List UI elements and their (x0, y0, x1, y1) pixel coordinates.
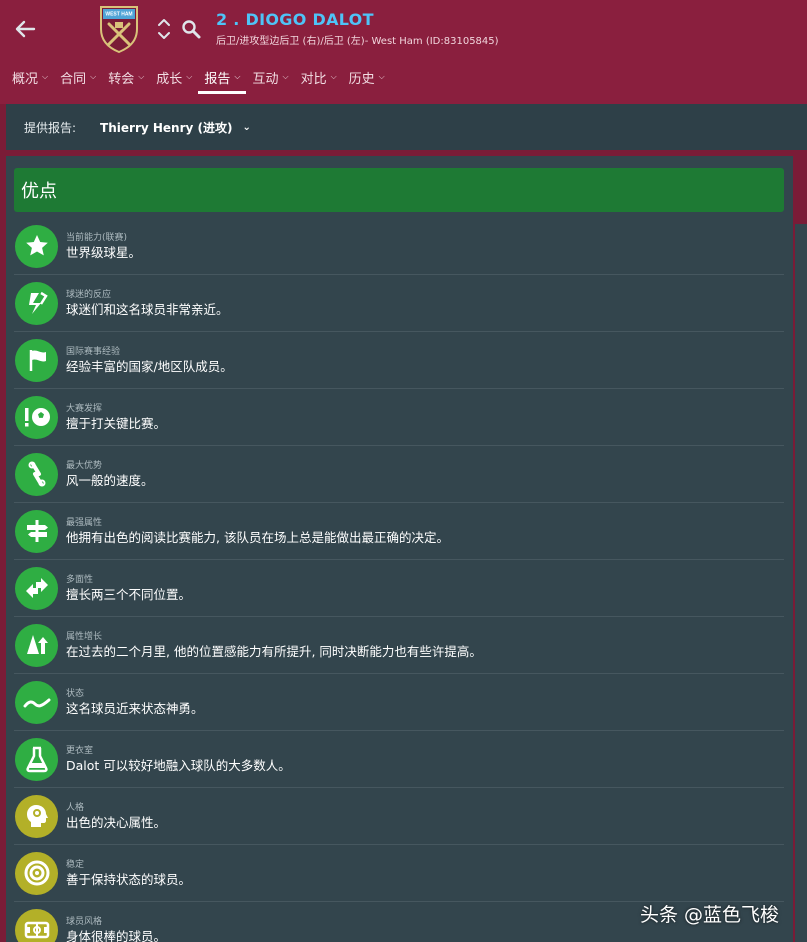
strength-row: 国际赛事经验 经验丰富的国家/地区队成员。 (14, 332, 784, 389)
strength-category: 稳定 (66, 859, 85, 870)
scarf-icon (15, 281, 58, 325)
strength-row: 当前能力(联赛) 世界级球星。 (14, 218, 784, 275)
head-profile-icon (15, 794, 58, 838)
strength-row: 更衣室 Dalot 可以较好地融入球队的大多数人。 (14, 731, 784, 788)
strength-category: 最大优势 (66, 460, 103, 471)
player-header: WEST HAM 2 . DIOGO DALOT 后卫/进攻型边后卫 (右)/后… (0, 0, 807, 104)
club-crest-logo: WEST HAM (97, 4, 141, 54)
strength-row: 球迷的反应 球迷们和这名球员非常亲近。 (14, 275, 784, 332)
star-icon (15, 224, 58, 268)
strength-description: Dalot 可以较好地融入球队的大多数人。 (66, 757, 291, 773)
tab-label: 转会 (108, 71, 135, 87)
chevron-down-icon: ⌵ (282, 72, 289, 81)
tab-compare[interactable]: 对比 ⌵ (295, 62, 343, 92)
flag-icon (15, 338, 58, 382)
tab-label: 对比 (300, 71, 327, 87)
chevron-down-icon: ⌵ (330, 72, 337, 81)
strength-row: 多面性 擅长两三个不同位置。 (14, 560, 784, 617)
flask-icon (15, 737, 58, 781)
strength-category: 状态 (66, 688, 85, 699)
svg-text:WEST HAM: WEST HAM (105, 12, 132, 18)
chain-link-icon (15, 452, 58, 496)
strength-description: 世界级球星。 (66, 244, 142, 260)
chevron-down-icon: ⌵ (138, 72, 145, 81)
player-updown-switch-icon[interactable] (156, 16, 172, 42)
tab-label: 报告 (204, 71, 231, 87)
tab-reports[interactable]: 报告 ⌵ (198, 62, 247, 94)
strength-category: 多面性 (66, 574, 94, 585)
swap-arrows-icon (15, 566, 58, 610)
strengths-header: 优点 (14, 168, 784, 212)
tab-history[interactable]: 历史 ⌵ (343, 62, 391, 92)
report-source-label: 提供报告: (24, 120, 77, 135)
strength-description: 在过去的二个月里, 他的位置感能力有所提升, 同时决断能力也有些许提高。 (66, 643, 482, 659)
report-source-bar: 提供报告: Thierry Henry (进攻) ⌄ (6, 104, 807, 150)
tab-contract[interactable]: 合同 ⌵ (54, 62, 102, 92)
strength-description: 风一般的速度。 (66, 472, 154, 488)
strength-description: 他拥有出色的阅读比赛能力, 该队员在场上总是能做出最正确的决定。 (66, 529, 449, 545)
strength-description: 出色的决心属性。 (66, 814, 167, 830)
trend-line-icon (15, 680, 58, 724)
chevron-down-icon: ⌵ (378, 72, 385, 81)
tab-label: 历史 (348, 71, 375, 87)
strength-description: 擅长两三个不同位置。 (66, 586, 192, 602)
tab-label: 概况 (12, 71, 39, 87)
strength-description: 善于保持状态的球员。 (66, 871, 192, 887)
pitch-icon (15, 908, 58, 942)
strength-description: 擅于打关键比赛。 (66, 415, 167, 431)
strength-category: 当前能力(联赛) (66, 232, 128, 243)
chevron-down-icon: ⌵ (186, 72, 193, 81)
chevron-down-icon: ⌵ (234, 72, 241, 81)
tab-development[interactable]: 成长 ⌵ (150, 62, 198, 92)
strength-row: 状态 这名球员近来状态神勇。 (14, 674, 784, 731)
strength-category: 球迷的反应 (66, 289, 112, 300)
strength-row: 人格 出色的决心属性。 (14, 788, 784, 845)
watermark: 头条 @蓝色飞梭 (640, 904, 780, 926)
strength-row: 最大优势 风一般的速度。 (14, 446, 784, 503)
strength-category: 更衣室 (66, 745, 94, 756)
target-icon (15, 851, 58, 895)
player-name: 2 . DIOGO DALOT (216, 10, 374, 29)
strength-row: 大赛发挥 擅于打关键比赛。 (14, 389, 784, 446)
back-arrow-icon[interactable] (12, 16, 38, 42)
strength-row: 最强属性 他拥有出色的阅读比赛能力, 该队员在场上总是能做出最正确的决定。 (14, 503, 784, 560)
strength-category: 球员风格 (66, 916, 103, 927)
tab-transfer[interactable]: 转会 ⌵ (102, 62, 150, 92)
search-icon[interactable] (180, 18, 202, 40)
strength-category: 最强属性 (66, 517, 103, 528)
strength-description: 球迷们和这名球员非常亲近。 (66, 301, 229, 317)
chevron-down-icon: ⌵ (90, 72, 97, 81)
tab-label: 成长 (156, 71, 183, 87)
player-nav-tabs: 概况 ⌵ 合同 ⌵ 转会 ⌵ 成长 ⌵ 报告 ⌵ 互动 ⌵ 对比 ⌵ 历史 ⌵ (0, 62, 391, 94)
tab-interaction[interactable]: 互动 ⌵ (246, 62, 294, 92)
strength-category: 人格 (66, 802, 85, 813)
tab-label: 合同 (60, 71, 87, 87)
tab-overview[interactable]: 概况 ⌵ (6, 62, 54, 92)
strength-category: 属性增长 (66, 631, 103, 642)
strength-description: 经验丰富的国家/地区队成员。 (66, 358, 233, 374)
strength-row: 稳定 善于保持状态的球员。 (14, 845, 784, 902)
strength-category: 国际赛事经验 (66, 346, 121, 357)
side-panel-edge (795, 224, 807, 942)
big-match-ball-icon (15, 395, 58, 439)
report-source-dropdown[interactable]: Thierry Henry (进攻) ⌄ (100, 119, 251, 136)
chevron-down-icon: ⌄ (242, 121, 251, 133)
strength-category: 大赛发挥 (66, 403, 103, 414)
signpost-icon (15, 509, 58, 553)
player-positions: 后卫/进攻型边后卫 (右)/后卫 (左)- West Ham (ID:83105… (216, 36, 499, 47)
strength-description: 身体很棒的球员。 (66, 928, 167, 942)
strength-description: 这名球员近来状态神勇。 (66, 700, 204, 716)
chevron-down-icon: ⌵ (42, 72, 49, 81)
cone-growth-icon (15, 623, 58, 667)
tab-label: 互动 (252, 71, 279, 87)
strengths-list: 当前能力(联赛) 世界级球星。 球迷的反应 球迷们和这名球员非常亲近。 国际赛事… (14, 218, 784, 942)
report-source-value: Thierry Henry (进攻) (100, 120, 233, 135)
strength-row: 属性增长 在过去的二个月里, 他的位置感能力有所提升, 同时决断能力也有些许提高… (14, 617, 784, 674)
